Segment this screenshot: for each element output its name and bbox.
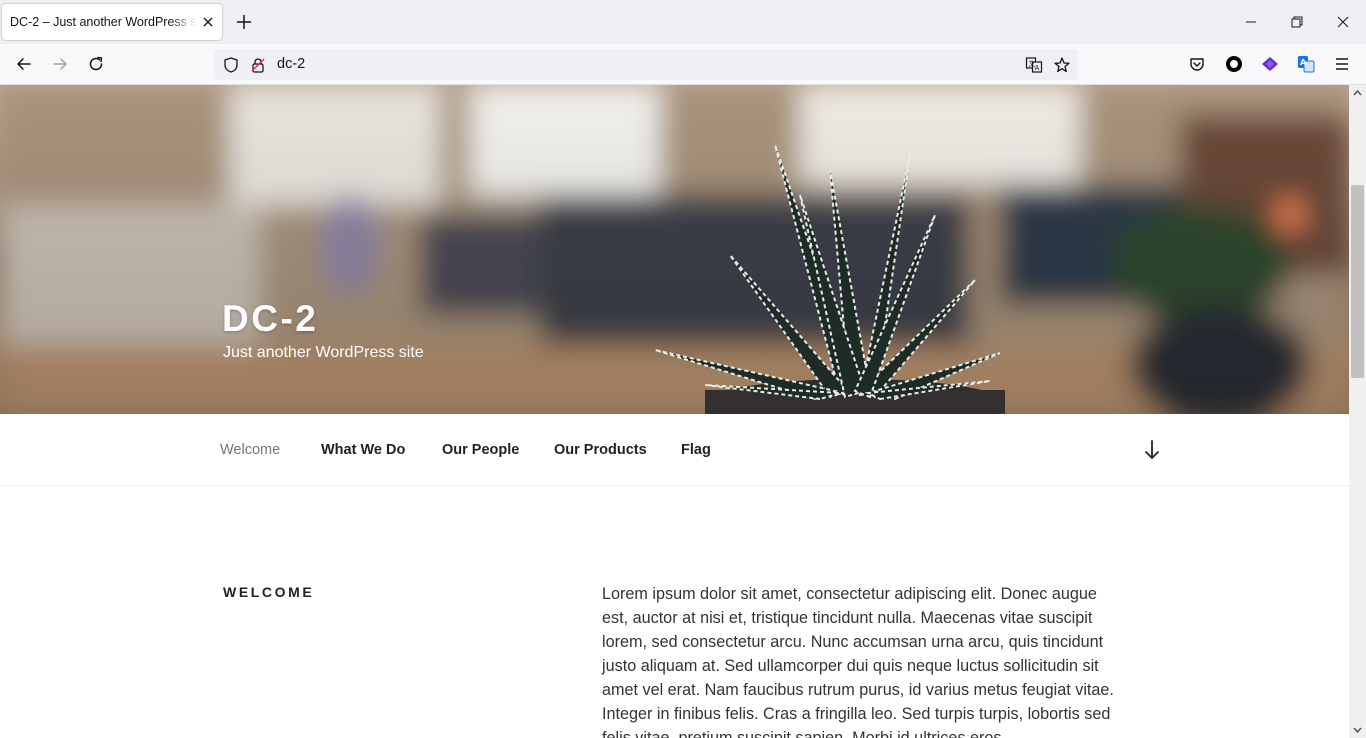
scrollbar-thumb[interactable] xyxy=(1351,185,1364,378)
menu-item-flag[interactable]: Flag xyxy=(681,442,711,458)
address-bar[interactable]: dc-2 文 A xyxy=(214,49,1078,80)
reload-icon[interactable] xyxy=(86,54,106,74)
shield-icon[interactable] xyxy=(222,56,240,74)
extension-diamond-icon[interactable] xyxy=(1260,54,1280,74)
post-title: WELCOME xyxy=(223,584,315,600)
menu-item-our-products[interactable]: Our Products xyxy=(554,442,647,458)
plus-icon[interactable] xyxy=(234,12,254,32)
post-content: Lorem ipsum dolor sit amet, consectetur … xyxy=(602,585,1114,738)
minimize-icon[interactable] xyxy=(1241,12,1261,32)
menu-item-welcome[interactable]: Welcome xyxy=(220,442,280,458)
extension-record-icon[interactable] xyxy=(1224,54,1244,74)
page-viewport: DC-2 Just another WordPress site Welcome… xyxy=(0,85,1349,738)
forward-arrow-icon[interactable] xyxy=(50,54,70,74)
svg-text:A: A xyxy=(1300,58,1307,67)
scroll-up-icon[interactable] xyxy=(1352,88,1363,99)
pocket-icon[interactable] xyxy=(1187,54,1207,74)
restore-icon[interactable] xyxy=(1287,12,1307,32)
site-title[interactable]: DC-2 xyxy=(222,298,318,340)
url-text[interactable]: dc-2 xyxy=(277,56,305,72)
hero-background-illustration xyxy=(0,85,1349,414)
svg-text:A: A xyxy=(1035,64,1040,72)
scrollbar-track[interactable] xyxy=(1349,85,1366,738)
translate-extension-icon[interactable]: A xyxy=(1296,54,1316,74)
site-description: Just another WordPress site xyxy=(223,344,424,361)
scroll-down-icon[interactable] xyxy=(1352,724,1363,735)
insecure-lock-icon[interactable] xyxy=(249,56,267,74)
tab-title: DC-2 – Just another WordPress site xyxy=(10,15,197,29)
back-arrow-icon[interactable] xyxy=(14,54,34,74)
browser-tab[interactable]: DC-2 – Just another WordPress site xyxy=(2,4,222,40)
translate-icon[interactable]: 文 A xyxy=(1025,56,1043,74)
star-icon[interactable] xyxy=(1053,56,1071,74)
menu-item-what-we-do[interactable]: What We Do xyxy=(321,442,405,458)
close-icon[interactable] xyxy=(200,14,216,30)
menu-item-our-people[interactable]: Our People xyxy=(442,442,519,458)
window-close-icon[interactable] xyxy=(1333,12,1353,32)
tab-bar: DC-2 – Just another WordPress site xyxy=(0,0,1366,44)
arrow-down-icon[interactable] xyxy=(1142,439,1162,461)
navigation-toolbar: dc-2 文 A 9 A xyxy=(0,44,1366,106)
main-navigation: Welcome What We Do Our People Our Produc… xyxy=(0,414,1349,486)
header-image: DC-2 Just another WordPress site xyxy=(0,85,1349,414)
hamburger-menu-icon[interactable] xyxy=(1332,54,1352,74)
